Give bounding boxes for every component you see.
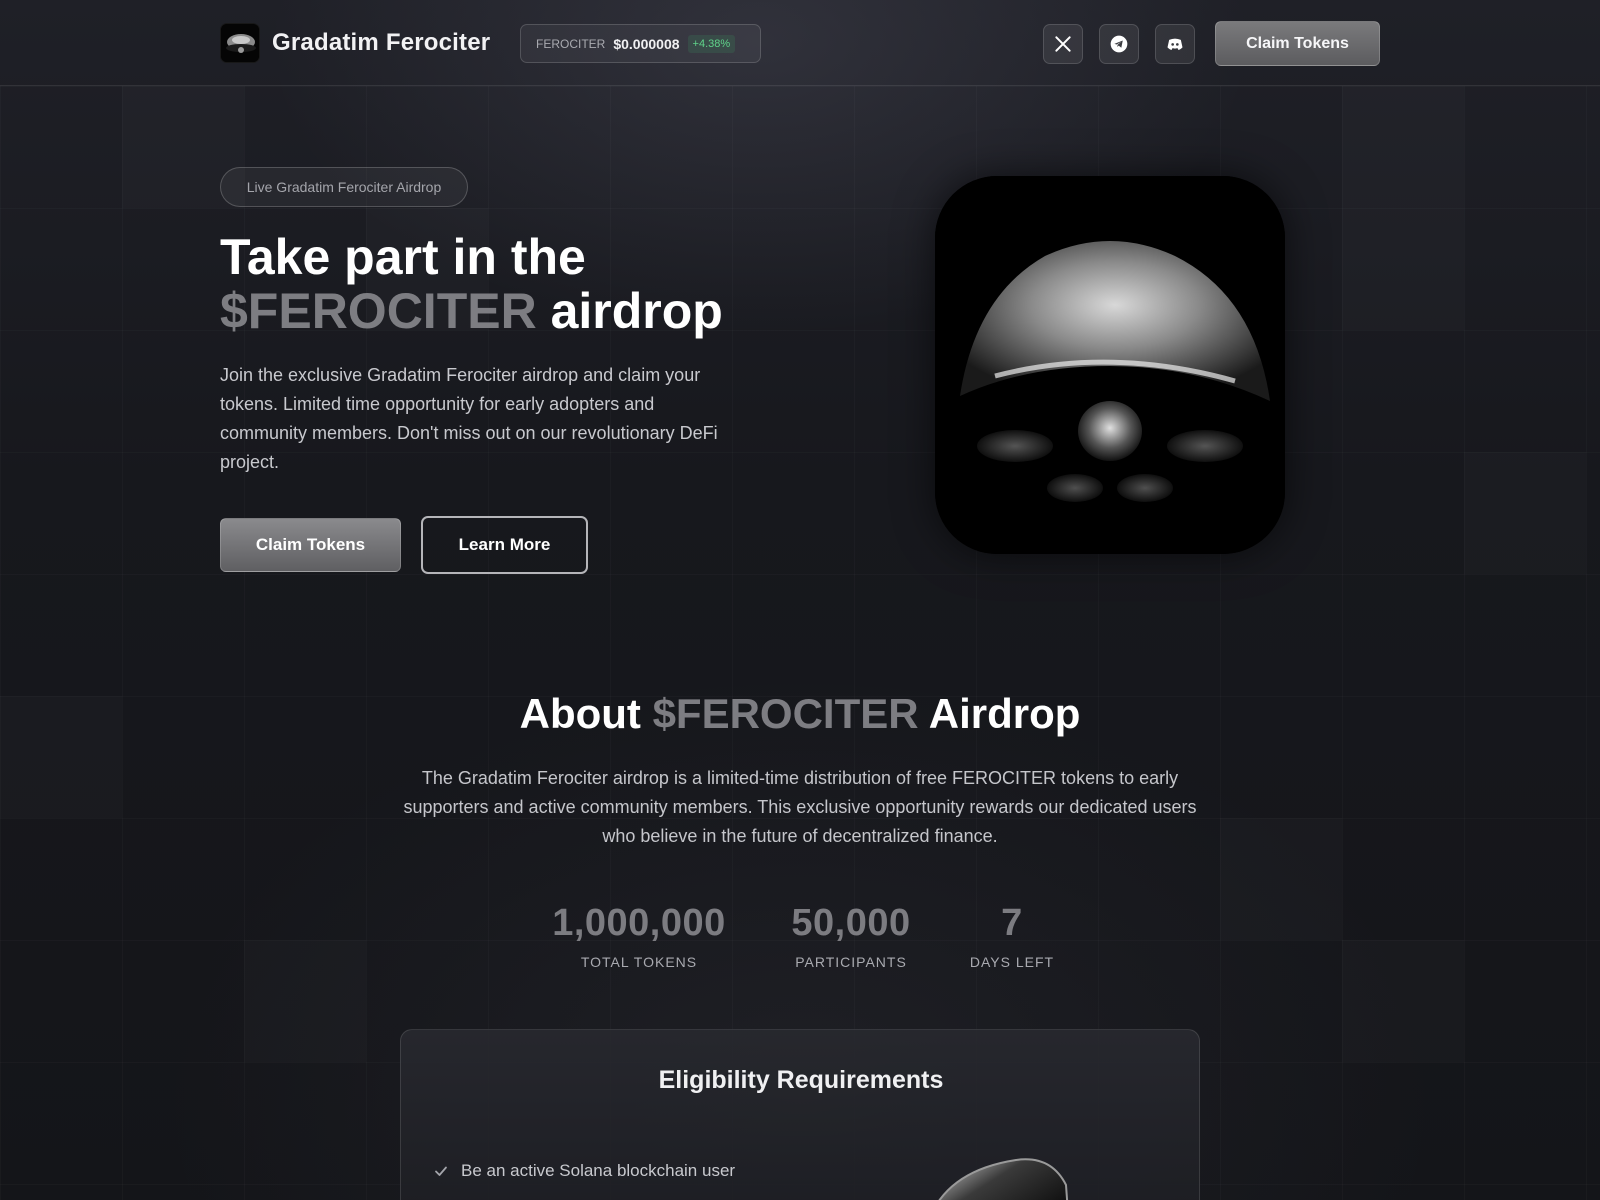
stat-participants: 50,000 PARTICIPANTS (779, 900, 923, 970)
price-ticker: FEROCITER $0.000008 +4.38% (520, 24, 761, 63)
stat-value: 7 (1001, 902, 1023, 944)
hero-title: Take part in the $FEROCITER airdrop (220, 230, 860, 338)
discord-icon (1167, 38, 1183, 50)
hero-turtle-image (935, 176, 1285, 554)
telegram-icon (1110, 35, 1128, 53)
about-description: The Gradatim Ferociter airdrop is a limi… (403, 768, 1197, 846)
about-title-end: Airdrop (928, 690, 1081, 737)
decorative-glass-shape (938, 1158, 1069, 1200)
learn-more-button[interactable]: Learn More (421, 516, 588, 574)
hero-title-line1: Take part in the (220, 229, 586, 285)
x-social-button[interactable] (1043, 24, 1083, 64)
stat-label: DAYS LEFT (969, 954, 1055, 970)
stat-label: PARTICIPANTS (795, 954, 907, 970)
eligibility-title: Eligibility Requirements (658, 1066, 944, 1094)
live-airdrop-badge: Live Gradatim Ferociter Airdrop (220, 167, 468, 207)
brand[interactable]: Gradatim Ferociter (220, 23, 490, 63)
hero-description: Join the exclusive Gradatim Ferociter ai… (220, 365, 718, 472)
about-title-highlight: $FEROCITER (652, 690, 919, 737)
requirement-item: Be an active Solana blockchain user (433, 1161, 735, 1181)
ticker-price: $0.000008 (613, 35, 680, 52)
about-title-start: About (519, 690, 641, 737)
telegram-social-button[interactable] (1099, 24, 1139, 64)
main-content: Live Gradatim Ferociter Airdrop Take par… (0, 0, 1600, 1200)
ticker-symbol: FEROCITER (536, 36, 606, 51)
hero-claim-tokens-button[interactable]: Claim Tokens (220, 518, 401, 572)
top-navbar: Gradatim Ferociter FEROCITER $0.000008 +… (0, 0, 1600, 86)
stat-total-tokens: 1,000,000 TOTAL TOKENS (548, 900, 730, 970)
ticker-change-badge: +4.38% (687, 34, 736, 53)
brand-logo (220, 23, 260, 63)
eligibility-card: Eligibility Requirements Be an active So… (400, 1029, 1200, 1200)
about-title: About $FEROCITER Airdrop (0, 690, 1600, 738)
brand-name: Gradatim Ferociter (272, 29, 491, 56)
requirement-text: Be an active Solana blockchain user (461, 1161, 736, 1180)
stat-value: 1,000,000 (552, 902, 726, 944)
check-icon (435, 1166, 447, 1176)
discord-social-button[interactable] (1155, 24, 1195, 64)
stat-days-left: 7 DAYS LEFT (960, 900, 1064, 970)
hero-title-end: airdrop (550, 283, 723, 339)
stat-value: 50,000 (791, 902, 911, 944)
x-icon (1055, 36, 1071, 52)
stat-label: TOTAL TOKENS (580, 954, 698, 970)
hero-title-highlight: $FEROCITER (220, 283, 537, 339)
header-claim-tokens-button[interactable]: Claim Tokens (1215, 21, 1380, 66)
